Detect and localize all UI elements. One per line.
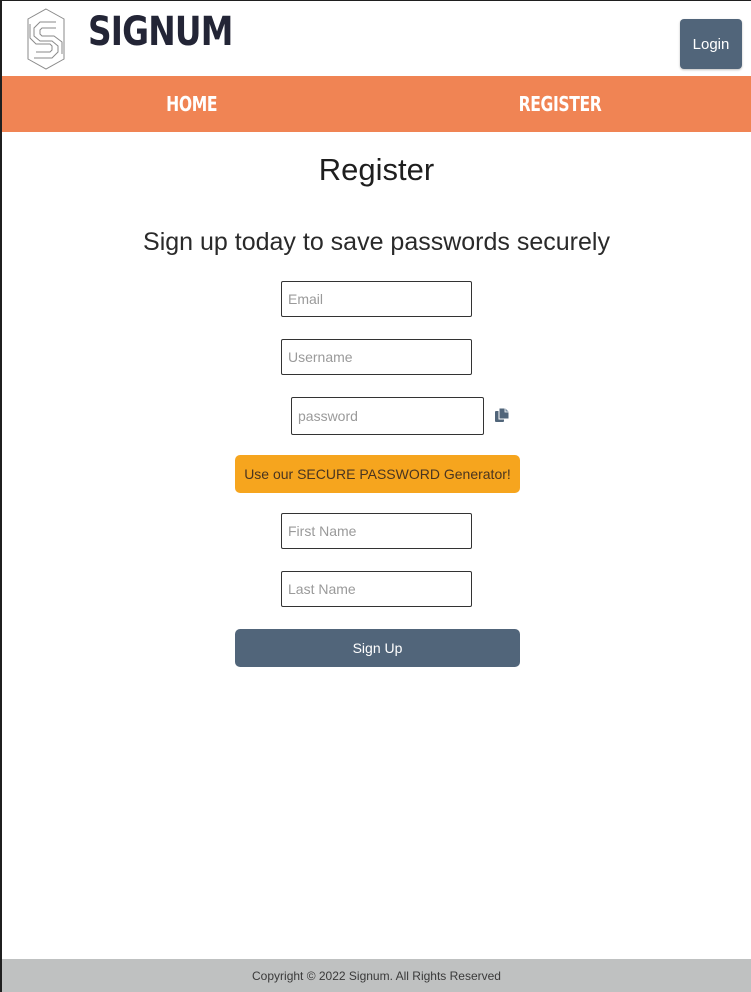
email-field[interactable]	[281, 281, 472, 317]
sign-up-button[interactable]: Sign Up	[235, 629, 520, 667]
nav-item-label: HOME	[166, 92, 218, 116]
brand-name[interactable]: SIGNUM	[88, 7, 233, 57]
page-title: Register	[318, 152, 435, 187]
login-button[interactable]: Login	[680, 19, 742, 69]
password-field[interactable]	[291, 397, 484, 435]
window-border-left	[0, 0, 2, 992]
password-generator-button[interactable]: Use our SECURE PASSWORD Generator!	[235, 455, 520, 493]
last-name-field[interactable]	[281, 571, 472, 607]
nav-item-register[interactable]: REGISTER	[500, 76, 620, 132]
copy-icon[interactable]	[493, 406, 511, 424]
site-header: SIGNUM Login	[2, 1, 751, 76]
username-field[interactable]	[281, 339, 472, 375]
footer-copyright: Copyright © 2022 Signum. All Rights Rese…	[252, 968, 501, 983]
nav-item-label: REGISTER	[518, 92, 602, 116]
signum-s-logo-icon[interactable]	[26, 8, 66, 70]
site-footer: Copyright © 2022 Signum. All Rights Rese…	[2, 959, 751, 992]
page-subtitle: Sign up today to save passwords securely	[143, 228, 610, 256]
first-name-field[interactable]	[281, 513, 472, 549]
main-nav: HOME REGISTER	[2, 76, 751, 132]
nav-item-home[interactable]: HOME	[132, 76, 252, 132]
